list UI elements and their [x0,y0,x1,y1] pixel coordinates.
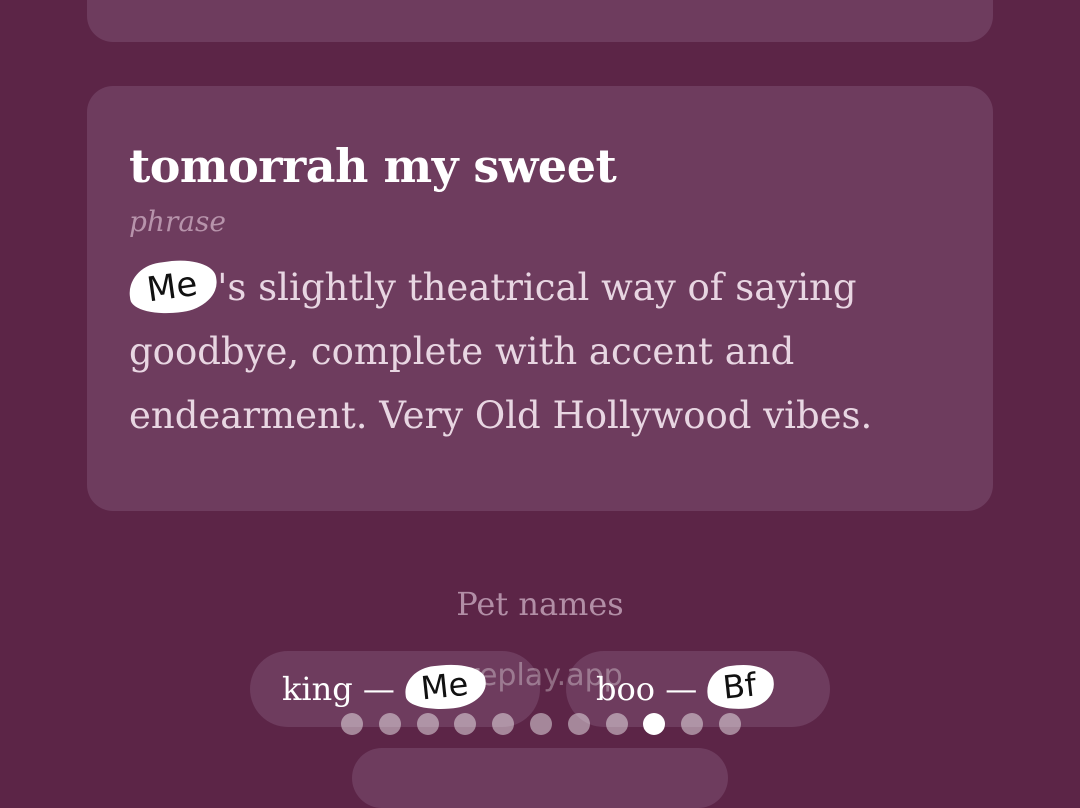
pagination-dot[interactable] [681,713,704,735]
part-of-speech: phrase [129,205,226,238]
redaction-scribble: Bf [705,661,777,713]
pagination-dot[interactable] [718,713,741,735]
section-title-pet-names: Pet names [456,585,624,623]
pagination-dot[interactable] [454,713,477,735]
pagination-dot[interactable] [378,713,401,735]
pagination-dot[interactable] [567,713,590,735]
pet-name: boo [596,670,656,708]
pagination-dot[interactable] [605,713,628,735]
entry-card: tomorrah my sweet phrase Me's slightly t… [87,86,993,511]
pagination-dot-active[interactable] [643,713,666,735]
redaction-scribble: Me [125,255,221,319]
pet-name-separator: — [352,670,406,708]
entry-term: tomorrah my sweet [129,139,617,193]
pagination-dots [341,713,741,737]
pagination-dot[interactable] [492,713,515,735]
pagination-dot[interactable] [529,713,552,735]
entry-definition: Me's slightly theatrical way of saying g… [125,255,959,448]
pagination-dot[interactable] [341,713,363,735]
pet-name-separator: — [655,670,708,708]
previous-entry-card [87,0,993,42]
pagination-dot[interactable] [416,713,439,735]
pet-name: king [282,670,353,708]
definition-text: 's slightly theatrical way of saying goo… [129,266,873,437]
next-section-card [352,748,728,808]
redaction-scribble: Me [402,660,489,714]
